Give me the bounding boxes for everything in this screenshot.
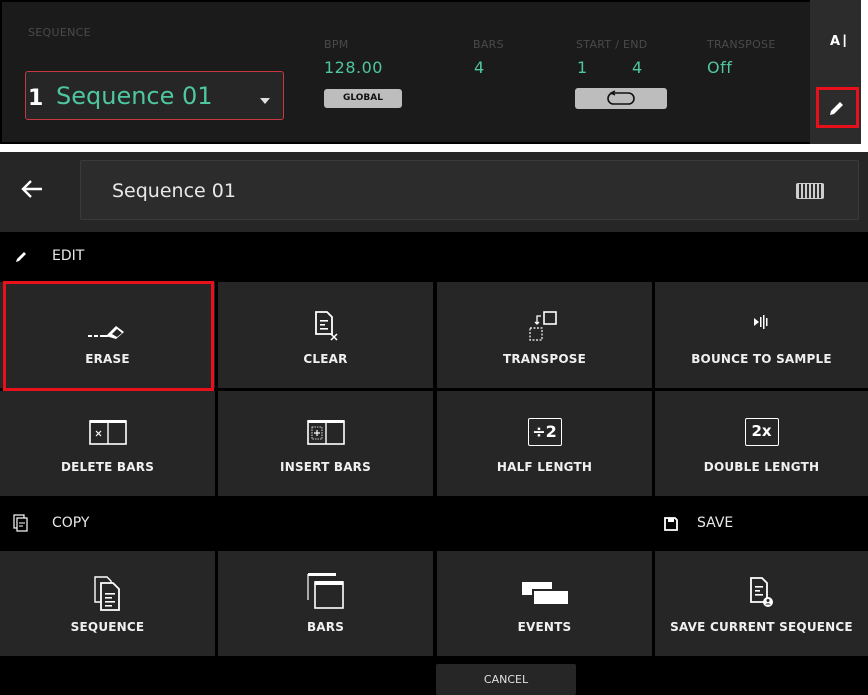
double-length-button[interactable]: 2x DOUBLE LENGTH xyxy=(655,391,868,496)
sequence-name: Sequence 01 xyxy=(56,82,213,110)
copy-bars-button[interactable]: BARS xyxy=(218,551,433,656)
double-length-label: DOUBLE LENGTH xyxy=(703,460,820,474)
copy-section-label: COPY xyxy=(52,515,90,531)
cancel-button[interactable]: CANCEL xyxy=(436,664,576,695)
edit-pencil-icon xyxy=(14,248,30,268)
double-length-icon: 2x xyxy=(744,418,779,446)
pencil-highlight xyxy=(816,87,859,128)
copy-sequence-button[interactable]: SEQUENCE xyxy=(0,551,215,656)
loop-icon xyxy=(607,90,635,105)
delete-bars-icon xyxy=(88,420,127,445)
global-button[interactable]: GLOBAL xyxy=(324,89,402,108)
sequence-number: 1 xyxy=(28,86,44,111)
save-icon xyxy=(664,516,678,535)
bounce-to-sample-label: BOUNCE TO SAMPLE xyxy=(691,352,832,366)
delete-bars-button[interactable]: DELETE BARS xyxy=(0,391,215,496)
save-current-sequence-button[interactable]: SAVE CURRENT SEQUENCE xyxy=(655,551,868,656)
erase-highlight xyxy=(3,281,214,391)
insert-bars-icon xyxy=(306,420,345,445)
end-value[interactable]: 4 xyxy=(632,58,643,77)
transpose-icon xyxy=(528,311,557,341)
transpose-value[interactable]: Off xyxy=(707,58,732,77)
clear-button[interactable]: CLEAR xyxy=(218,282,433,388)
copy-bars-icon xyxy=(306,573,344,609)
delete-bars-label: DELETE BARS xyxy=(60,460,155,474)
keyboard-icon[interactable] xyxy=(796,183,824,199)
copy-sequence-label: SEQUENCE xyxy=(70,620,145,634)
bounce-icon xyxy=(753,315,767,329)
copy-events-label: EVENTS xyxy=(517,620,572,634)
clear-label: CLEAR xyxy=(303,352,348,366)
save-sequence-icon xyxy=(749,577,773,607)
bounce-to-sample-button[interactable]: BOUNCE TO SAMPLE xyxy=(655,282,868,388)
copy-bars-label: BARS xyxy=(306,620,345,634)
start-value[interactable]: 1 xyxy=(577,58,588,77)
half-length-button[interactable]: ÷2 HALF LENGTH xyxy=(437,391,652,496)
half-length-icon: ÷2 xyxy=(527,418,562,446)
bars-value[interactable]: 4 xyxy=(474,58,485,77)
text-cursor-icon: I xyxy=(842,32,848,52)
save-section-label: SAVE xyxy=(697,515,734,531)
transpose-button[interactable]: TRANSPOSE xyxy=(437,282,652,388)
chevron-down-icon xyxy=(260,98,270,104)
copy-icon xyxy=(13,514,29,536)
bpm-value[interactable]: 128.00 xyxy=(324,58,383,77)
rename-icon[interactable]: AI xyxy=(830,30,848,52)
save-current-sequence-label: SAVE CURRENT SEQUENCE xyxy=(670,620,853,634)
transpose-label: TRANSPOSE xyxy=(502,352,587,366)
bpm-label: BPM xyxy=(324,38,349,51)
insert-bars-button[interactable]: INSERT BARS xyxy=(218,391,433,496)
copy-events-icon xyxy=(521,582,568,604)
back-arrow-icon[interactable] xyxy=(20,177,44,207)
start-end-label: START / END xyxy=(576,38,648,51)
bars-label: BARS xyxy=(473,38,504,51)
insert-bars-label: INSERT BARS xyxy=(280,460,371,474)
loop-button[interactable] xyxy=(575,88,667,109)
sequence-name-text: Sequence 01 xyxy=(112,180,236,202)
edit-section-label: EDIT xyxy=(52,248,85,264)
sequence-label: SEQUENCE xyxy=(28,26,91,39)
copy-events-button[interactable]: EVENTS xyxy=(437,551,652,656)
transpose-label: TRANSPOSE xyxy=(707,38,776,51)
copy-sequence-icon xyxy=(93,576,120,611)
rename-icon-letter: A xyxy=(830,34,841,49)
half-length-label: HALF LENGTH xyxy=(496,460,593,474)
clear-doc-icon xyxy=(314,311,338,341)
